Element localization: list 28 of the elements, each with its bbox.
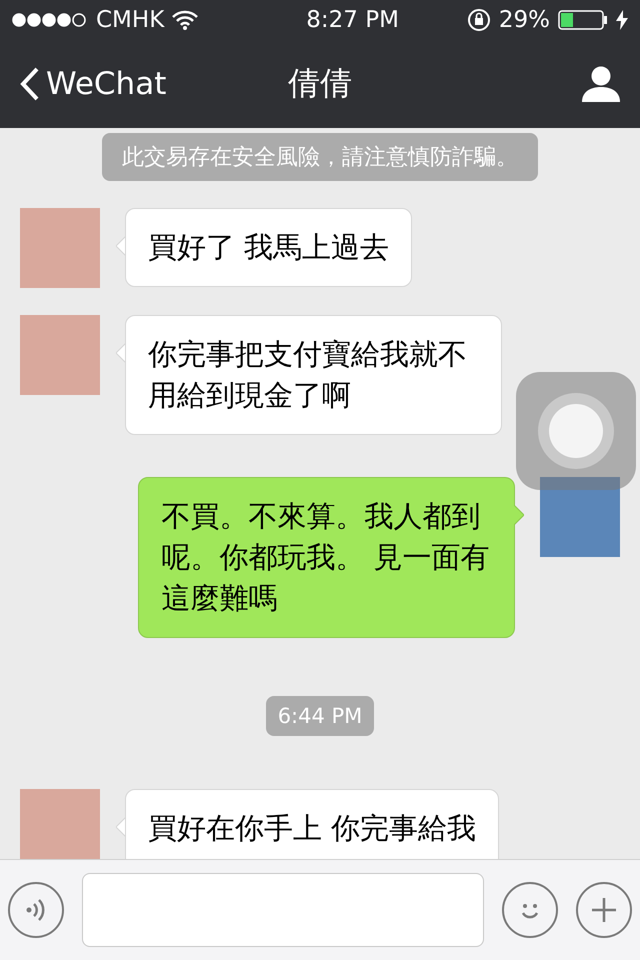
message-bubble: 買好了 我馬上過去 — [125, 208, 412, 287]
battery-icon — [558, 10, 608, 30]
plus-icon — [590, 896, 618, 924]
message-input-field[interactable] — [82, 873, 484, 947]
bubble-tail — [116, 817, 126, 837]
bubble-tail — [116, 236, 126, 256]
carrier-name: CMHK — [96, 7, 164, 33]
message-bubble: 你完事把支付寶給我就不用給到現金了啊 — [125, 315, 502, 435]
signal-icon — [12, 13, 88, 27]
security-notice: 此交易存在安全風險，請注意慎防詐騙。 — [102, 133, 538, 181]
bubble-tail — [116, 343, 126, 363]
emoji-button[interactable] — [502, 882, 558, 938]
rotation-lock-icon — [466, 8, 491, 32]
back-button[interactable]: WeChat — [20, 66, 166, 102]
assistive-touch-button[interactable] — [516, 372, 636, 490]
message-bubble: 買好在你手上 你完事給我 — [125, 789, 500, 859]
voice-button[interactable] — [8, 882, 64, 938]
chevron-left-icon — [20, 67, 40, 101]
battery-percent: 29% — [498, 7, 550, 33]
chat-title: 倩倩 — [288, 63, 352, 104]
timestamp: 6:44 PM — [266, 696, 374, 736]
wifi-icon — [172, 10, 198, 30]
charging-bolt-icon — [616, 10, 628, 30]
add-button[interactable] — [576, 882, 632, 938]
person-icon[interactable] — [582, 66, 620, 102]
bubble-tail — [514, 505, 524, 525]
clock-time: 8:27 PM — [306, 7, 399, 33]
message-bubble: 不買。不來算。我人都到呢。你都玩我。 見一面有這麼難嗎 — [138, 477, 515, 638]
